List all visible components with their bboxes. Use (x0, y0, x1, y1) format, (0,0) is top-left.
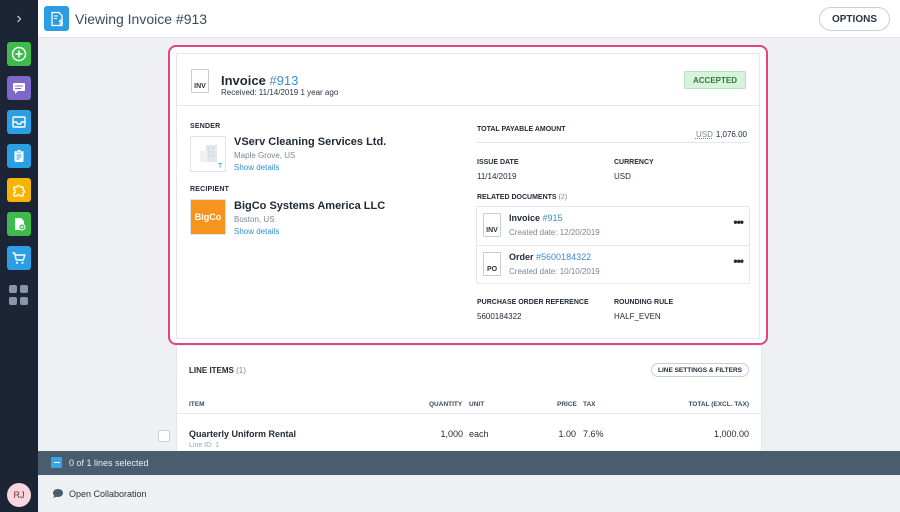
total-amount-value: 1,076.00 (715, 130, 747, 139)
po-reference-value: 5600184322 (477, 312, 522, 321)
line-item-price: 1.00 (558, 429, 576, 439)
currency-value: USD (614, 172, 631, 181)
invoice-title: Invoice #913 (221, 73, 298, 88)
recipient-logo: BigCo (190, 199, 226, 235)
total-currency-code: USD (695, 130, 713, 139)
sender-logo-placeholder: T (190, 136, 226, 172)
avatar[interactable]: RJ (7, 483, 31, 507)
top-header: $ Viewing Invoice #913 OPTIONS (38, 0, 900, 38)
recipient-show-details-link[interactable]: Show details (234, 227, 279, 236)
column-header-price[interactable]: PRICE (557, 401, 577, 408)
line-items-count: (1) (236, 366, 246, 375)
invoice-number: #913 (269, 73, 299, 88)
chat-icon[interactable] (7, 76, 31, 100)
purchase-order-document-icon: PO (483, 252, 501, 276)
line-item-quantity: 1,000 (440, 429, 463, 439)
related-document-order[interactable]: PO Order #5600184322 Created date: 10/10… (477, 245, 749, 283)
invoice-dollar-icon: $ (44, 6, 69, 31)
divider (177, 413, 761, 414)
related-doc-type-label: Invoice (509, 213, 541, 223)
related-doc-type-label: Order (509, 252, 534, 262)
svg-text:$: $ (58, 18, 63, 26)
line-item-id: Line ID: 1 (189, 442, 219, 449)
invoice-document-icon: INV (191, 69, 209, 93)
related-document-invoice[interactable]: INV Invoice #915 Created date: 12/20/201… (477, 207, 749, 245)
svg-text:T: T (217, 162, 223, 170)
options-button[interactable]: OPTIONS (818, 7, 890, 31)
sender-location: Maple Grove, US (234, 151, 296, 160)
related-documents-title: RELATED DOCUMENTS (477, 194, 557, 201)
puzzle-icon[interactable] (7, 178, 31, 202)
invoice-summary-panel: INV Invoice #913 Received: 11/14/2019 1 … (176, 53, 760, 339)
line-item-tax: 7.6% (583, 429, 604, 439)
recipient-label: RECIPIENT (190, 186, 230, 193)
line-items-section: LINE ITEMS (1) LINE SETTINGS & FILTERS I… (176, 346, 762, 456)
footer: Open Collaboration (38, 475, 900, 512)
selection-bar: 0 of 1 lines selected (38, 451, 900, 475)
selection-count: 0 of 1 lines selected (69, 458, 149, 468)
line-settings-filters-button[interactable]: LINE SETTINGS & FILTERS (650, 363, 749, 377)
sender-name: VServ Cleaning Services Ltd. (234, 136, 387, 148)
apps-grid-icon[interactable] (9, 285, 29, 305)
line-item-total: 1,000.00 (713, 429, 749, 439)
column-header-unit[interactable]: UNIT (469, 401, 484, 408)
currency-label: CURRENCY (614, 159, 654, 166)
issue-date-label: ISSUE DATE (477, 159, 519, 166)
column-header-total[interactable]: TOTAL (EXCL. TAX) (688, 401, 749, 408)
open-collaboration-label: Open Collaboration (69, 488, 147, 499)
column-header-item[interactable]: ITEM (189, 401, 205, 408)
related-doc-number-link[interactable]: #915 (543, 213, 563, 223)
line-item-name: Quarterly Uniform Rental (189, 429, 297, 439)
speech-bubble-icon (53, 489, 63, 498)
related-doc-created: Created date: 12/20/2019 (509, 228, 600, 237)
clipboard-icon[interactable] (7, 144, 31, 168)
po-reference-label: PURCHASE ORDER REFERENCE (477, 299, 589, 306)
line-item-unit: each (469, 429, 489, 439)
sidebar: › RJ (0, 0, 38, 512)
inbox-icon[interactable] (7, 110, 31, 134)
divider (177, 105, 759, 106)
related-doc-title: Invoice #915 (509, 213, 563, 223)
divider (476, 142, 750, 143)
create-plus-icon[interactable] (7, 42, 31, 66)
rounding-rule-label: ROUNDING RULE (614, 299, 674, 306)
status-badge: ACCEPTED (684, 71, 746, 89)
related-doc-number-link[interactable]: #5600184322 (536, 252, 591, 262)
total-payable-amount: USD 1,076.00 (696, 130, 747, 139)
invoice-summary-card: INV Invoice #913 Received: 11/14/2019 1 … (168, 45, 768, 345)
expand-sidebar-chevron-icon[interactable]: › (0, 0, 38, 38)
line-items-title-text: LINE ITEMS (189, 366, 234, 375)
invoice-document-icon: INV (483, 213, 501, 237)
column-header-quantity[interactable]: QUANTITY (429, 401, 462, 408)
page-title: Viewing Invoice #913 (75, 11, 208, 27)
total-payable-label: TOTAL PAYABLE AMOUNT (477, 126, 566, 133)
related-documents-count: (2) (558, 194, 568, 201)
open-collaboration-button[interactable]: Open Collaboration (52, 488, 147, 499)
line-items-title: LINE ITEMS (1) (189, 366, 246, 375)
more-options-icon[interactable]: ••• (733, 254, 744, 268)
related-documents-list: INV Invoice #915 Created date: 12/20/201… (476, 206, 750, 284)
line-item-checkbox[interactable] (158, 430, 170, 442)
recipient-name: BigCo Systems America LLC (234, 200, 386, 212)
related-doc-created: Created date: 10/10/2019 (509, 267, 600, 276)
select-all-checkbox[interactable] (51, 457, 62, 468)
sender-show-details-link[interactable]: Show details (234, 163, 279, 172)
column-header-tax[interactable]: TAX (583, 401, 596, 408)
more-options-icon[interactable]: ••• (733, 215, 744, 229)
rounding-rule-value: HALF_EVEN (614, 312, 661, 321)
invoice-received: Received: 11/14/2019 1 year ago (221, 88, 339, 97)
sender-label: SENDER (190, 123, 221, 130)
invoice-title-label: Invoice (221, 73, 266, 88)
related-documents-label: RELATED DOCUMENTS (2) (477, 194, 567, 201)
issue-date-value: 11/14/2019 (477, 172, 517, 181)
cart-icon[interactable] (7, 246, 31, 270)
document-add-icon[interactable] (7, 212, 31, 236)
recipient-logo-text: BigCo (194, 211, 222, 222)
recipient-location: Boston, US (234, 215, 275, 224)
related-doc-title: Order #5600184322 (509, 252, 591, 262)
